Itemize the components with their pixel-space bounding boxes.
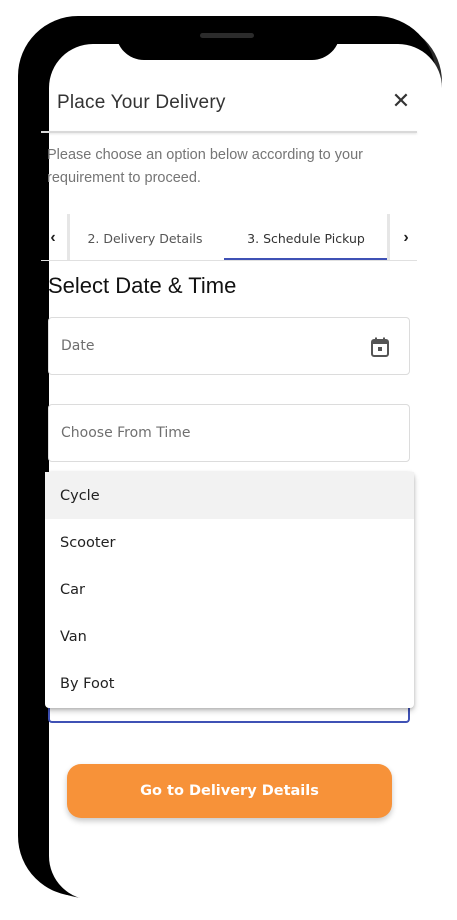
- option-van[interactable]: Van: [45, 613, 414, 660]
- chevron-left-icon[interactable]: ‹: [41, 216, 65, 260]
- close-icon[interactable]: ✕: [388, 88, 414, 114]
- tab-scroll-edge-left: [67, 214, 70, 260]
- calendar-icon[interactable]: [371, 337, 389, 357]
- speaker-grille: [200, 33, 254, 38]
- option-car[interactable]: Car: [45, 566, 414, 613]
- from-time-field[interactable]: Choose From Time: [48, 404, 410, 462]
- phone-notch: [116, 16, 340, 60]
- tabs-divider: [41, 260, 417, 261]
- option-scooter[interactable]: Scooter: [45, 519, 414, 566]
- vehicle-dropdown-menu: Cycle Scooter Car Van By Foot: [45, 472, 414, 708]
- header-divider: [41, 131, 417, 133]
- tab-schedule-pickup[interactable]: 3. Schedule Pickup: [224, 216, 388, 260]
- chevron-right-icon[interactable]: ›: [394, 216, 418, 260]
- instruction-text: Please choose an option below according …: [47, 147, 363, 186]
- option-cycle[interactable]: Cycle: [45, 472, 414, 519]
- from-time-field-label: Choose From Time: [61, 425, 191, 441]
- dialog-title: Place Your Delivery: [57, 92, 226, 113]
- tab-scroll-edge-right: [387, 214, 390, 260]
- date-field[interactable]: Date: [48, 317, 410, 375]
- go-to-delivery-details-button[interactable]: Go to Delivery Details: [67, 764, 392, 818]
- date-field-label: Date: [61, 338, 95, 354]
- option-by-foot[interactable]: By Foot: [45, 660, 414, 707]
- section-title: Select Date & Time: [48, 273, 237, 298]
- tab-delivery-details[interactable]: 2. Delivery Details: [80, 216, 210, 260]
